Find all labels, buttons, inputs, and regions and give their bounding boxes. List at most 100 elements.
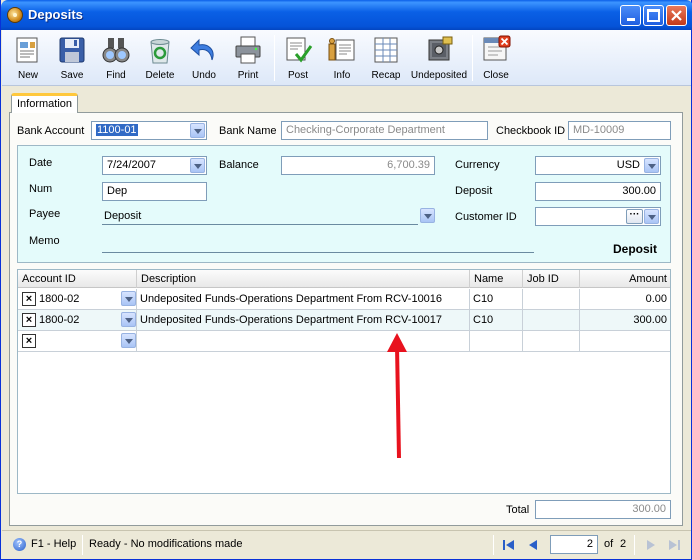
- next-record-icon[interactable]: [643, 537, 659, 553]
- job-id-cell[interactable]: [523, 310, 580, 330]
- chevron-down-icon[interactable]: [644, 209, 659, 224]
- balance-field[interactable]: 6,700.39: [281, 156, 435, 175]
- delete-row-icon[interactable]: ×: [22, 292, 36, 306]
- print-button-label: Print: [237, 70, 259, 81]
- binoculars-icon: [102, 38, 130, 63]
- description-cell[interactable]: [137, 331, 470, 351]
- description-cell[interactable]: Undeposited Funds-Operations Department …: [137, 310, 470, 330]
- chevron-down-icon[interactable]: [121, 291, 136, 306]
- previous-record-icon[interactable]: [525, 537, 541, 553]
- column-header-account-id[interactable]: Account ID: [18, 270, 137, 288]
- info-button-label: Info: [333, 70, 351, 81]
- title-bar[interactable]: Deposits: [1, 0, 692, 30]
- help-text[interactable]: F1 - Help: [31, 538, 76, 550]
- minimize-icon[interactable]: [620, 5, 641, 26]
- total-field[interactable]: 300.00: [535, 500, 671, 519]
- balance-label: Balance: [219, 159, 259, 171]
- payee-field[interactable]: Deposit: [102, 207, 418, 225]
- name-cell[interactable]: C10: [470, 289, 523, 309]
- save-button-label: Save: [60, 70, 84, 81]
- payee-label: Payee: [29, 208, 61, 220]
- find-button[interactable]: Find: [94, 32, 138, 84]
- last-record-icon[interactable]: [666, 537, 682, 553]
- column-header-job-id[interactable]: Job ID: [523, 270, 580, 288]
- info-button[interactable]: Info: [320, 32, 364, 84]
- num-label: Num: [29, 183, 53, 195]
- red-arrow-annotation: [387, 333, 407, 459]
- customer-id-label: Customer ID: [455, 211, 517, 223]
- name-cell[interactable]: [470, 331, 523, 351]
- table-row[interactable]: ×: [18, 331, 670, 352]
- job-id-cell[interactable]: [523, 289, 580, 309]
- amount-cell[interactable]: 300.00: [580, 310, 670, 330]
- tab-information[interactable]: Information: [11, 93, 78, 113]
- arrow-head: [387, 333, 407, 352]
- deposit-label: Deposit: [455, 185, 493, 197]
- safe-icon: [428, 36, 453, 61]
- toolbar-separator: [274, 35, 275, 81]
- help-icon[interactable]: ?: [13, 538, 26, 551]
- column-header-name[interactable]: Name: [470, 270, 523, 288]
- post-button[interactable]: Post: [276, 32, 320, 84]
- undeposited-button[interactable]: Undeposited: [410, 32, 468, 84]
- chevron-down-icon[interactable]: [121, 312, 136, 327]
- memo-label: Memo: [29, 235, 60, 247]
- status-message: Ready - No modifications made: [89, 538, 243, 550]
- amount-cell[interactable]: [580, 331, 670, 351]
- job-id-cell[interactable]: [523, 331, 580, 351]
- floppy-disk-icon: [59, 37, 85, 63]
- currency-label: Currency: [455, 159, 500, 171]
- recycle-bin-icon: [150, 39, 170, 64]
- close-button[interactable]: Close: [474, 32, 518, 84]
- print-button[interactable]: Print: [226, 32, 270, 84]
- delete-row-icon[interactable]: ×: [22, 334, 36, 348]
- date-value: 7/24/2007: [107, 159, 156, 171]
- chevron-down-icon[interactable]: [644, 158, 659, 173]
- recap-button[interactable]: Recap: [364, 32, 408, 84]
- bank-name-field[interactable]: Checking-Corporate Department: [281, 121, 488, 140]
- delete-button[interactable]: Delete: [138, 32, 182, 84]
- date-field[interactable]: 7/24/2007: [102, 156, 207, 175]
- delete-row-icon[interactable]: ×: [22, 313, 36, 327]
- table-row[interactable]: × 1800-02 Undeposited Funds-Operations D…: [18, 310, 670, 331]
- first-record-icon[interactable]: [501, 537, 517, 553]
- description-cell[interactable]: Undeposited Funds-Operations Department …: [137, 289, 470, 309]
- chevron-down-icon[interactable]: [420, 208, 435, 223]
- page-number-input[interactable]: 2: [550, 535, 598, 554]
- checkbook-id-label: Checkbook ID: [496, 125, 566, 137]
- table-row[interactable]: × 1800-02 Undeposited Funds-Operations D…: [18, 289, 670, 310]
- undo-button-label: Undo: [192, 70, 216, 81]
- recap-sheet-icon: [374, 37, 398, 63]
- new-button[interactable]: New: [6, 32, 50, 84]
- page-of-label: of: [604, 538, 614, 550]
- save-button[interactable]: Save: [50, 32, 94, 84]
- currency-select[interactable]: USD: [535, 156, 661, 175]
- bank-account-label: Bank Account: [17, 125, 85, 137]
- chevron-down-icon[interactable]: [190, 158, 205, 173]
- status-separator: [493, 535, 494, 555]
- close-icon[interactable]: [666, 5, 687, 26]
- customer-id-field[interactable]: ···: [535, 207, 661, 226]
- undo-button[interactable]: Undo: [182, 32, 226, 84]
- maximize-icon[interactable]: [643, 5, 664, 26]
- undo-arrow-icon: [190, 38, 214, 61]
- bank-account-select[interactable]: 1100-01: [91, 121, 207, 140]
- app-icon[interactable]: [7, 7, 23, 23]
- status-bar: ? F1 - Help Ready - No modifications mad…: [2, 530, 691, 558]
- bank-account-value: 1100-01: [96, 124, 138, 136]
- bank-name-label: Bank Name: [219, 125, 277, 137]
- post-check-icon: [286, 37, 313, 63]
- amount-cell[interactable]: 0.00: [580, 289, 670, 309]
- chevron-down-icon[interactable]: [121, 333, 136, 348]
- num-field[interactable]: Dep: [102, 182, 207, 201]
- chevron-down-icon[interactable]: [190, 123, 205, 138]
- deposit-field[interactable]: 300.00: [535, 182, 661, 201]
- name-cell[interactable]: C10: [470, 310, 523, 330]
- checkbook-id-field[interactable]: MD-10009: [568, 121, 671, 140]
- column-header-description[interactable]: Description: [137, 270, 470, 288]
- ellipsis-button[interactable]: ···: [626, 209, 643, 224]
- memo-field[interactable]: [102, 235, 534, 253]
- page-total: 2: [620, 538, 627, 550]
- new-document-icon: [16, 37, 38, 63]
- column-header-amount[interactable]: Amount: [580, 270, 670, 288]
